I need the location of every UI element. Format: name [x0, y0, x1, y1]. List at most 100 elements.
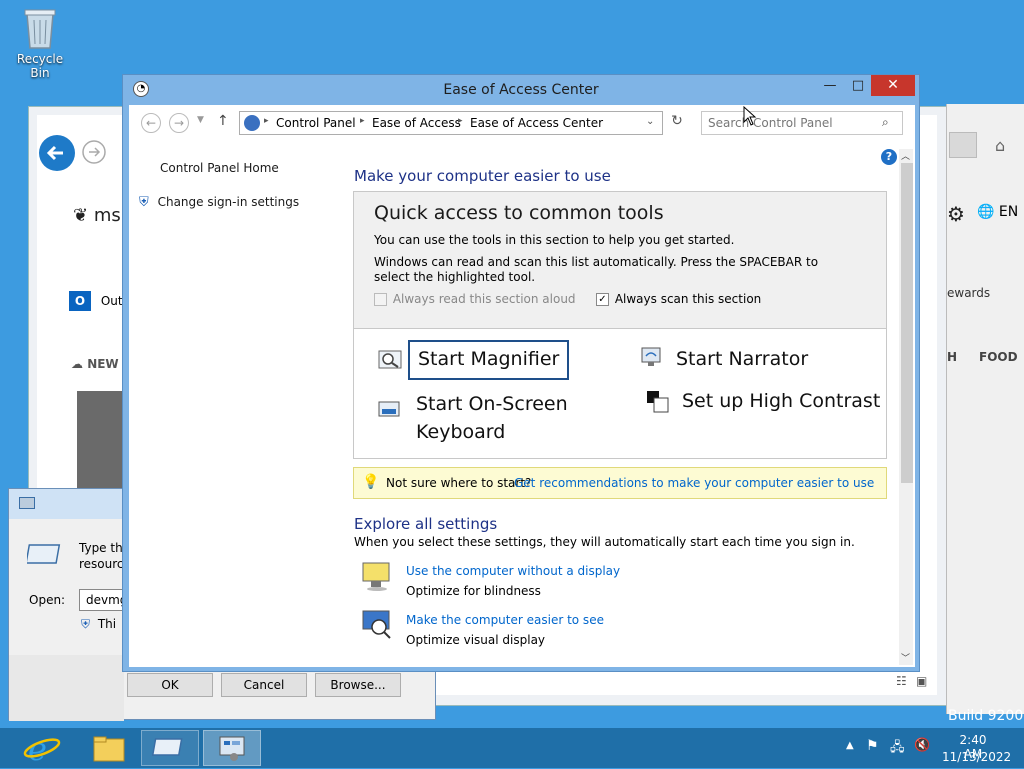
minimize-button[interactable]: — — [815, 75, 845, 97]
recycle-bin-label: Recycle Bin — [16, 52, 64, 80]
back-icon[interactable]: ← — [141, 113, 161, 133]
content-area: Control Panel Home ⛨ Change sign-in sett… — [129, 141, 915, 667]
scan-checkbox[interactable]: ✓ Always scan this section — [596, 292, 761, 306]
refresh-icon[interactable]: ↻ — [667, 113, 687, 133]
build-watermark: Build 9200 — [948, 708, 1024, 724]
address-toolbar: ← → ▼ ↑ ▸ Control Panel ▸ Ease of Access… — [129, 105, 915, 141]
browse-button[interactable]: Browse... — [315, 673, 401, 697]
window-title: Ease of Access Center — [443, 82, 599, 98]
maximize-button[interactable]: □ — [843, 75, 873, 97]
tip-text: Not sure where to start? — [386, 476, 532, 490]
scroll-down-icon[interactable]: ﹀ — [901, 651, 910, 664]
forward-icon[interactable]: → — [169, 113, 189, 133]
details-view-icon[interactable]: ☷ — [896, 674, 907, 688]
explore-desc: When you select these settings, they wil… — [354, 535, 855, 549]
run-program-icon — [25, 541, 67, 567]
chevron-right-icon: ▸ — [360, 116, 365, 126]
recommendations-link[interactable]: Get recommendations to make your compute… — [514, 476, 874, 490]
tab-stub[interactable] — [949, 132, 977, 158]
set-up-high-contrast-button[interactable]: Set up High Contrast — [682, 390, 880, 412]
admin-note: ⛨ Thi — [81, 617, 117, 631]
breadcrumb-ease-of-access[interactable]: Ease of Access — [372, 116, 461, 130]
close-button[interactable]: ✕ — [871, 75, 915, 96]
network-icon[interactable]: 🖧 — [890, 738, 905, 760]
recommendation-tip: 💡 Not sure where to start? Get recommend… — [353, 467, 887, 499]
shield-icon: ⛨ — [81, 617, 91, 631]
explore-title: Explore all settings — [354, 515, 498, 533]
search-input[interactable]: Search Control Panel — [708, 116, 833, 130]
address-bar[interactable]: ▸ Control Panel ▸ Ease of Access ▸ Ease … — [239, 111, 663, 135]
internet-explorer-icon[interactable]: e — [22, 730, 62, 768]
help-icon[interactable]: ? — [881, 149, 897, 165]
file-explorer-button[interactable] — [79, 730, 137, 766]
start-on-screen-keyboard-button[interactable]: Start On-Screen Keyboard — [416, 390, 616, 446]
start-narrator-button[interactable]: Start Narrator — [676, 348, 808, 370]
outlook-link[interactable]: O Out — [69, 291, 123, 311]
easier-to-see-desc: Optimize visual display — [406, 633, 546, 647]
titlebar: ◔ Ease of Access Center — □ ✕ — [123, 75, 919, 105]
show-hidden-icons[interactable]: ▲ — [846, 740, 854, 751]
run-icon — [19, 497, 35, 509]
cancel-button[interactable]: Cancel — [221, 673, 307, 697]
shield-icon: ⛨ — [139, 195, 149, 210]
nav-food[interactable]: FOOD — [979, 350, 1018, 364]
change-signin-link[interactable]: ⛨ Change sign-in settings — [139, 195, 299, 210]
easier-to-see-link[interactable]: Make the computer easier to see — [406, 613, 604, 627]
volume-muted-icon[interactable]: 🔇 — [914, 738, 930, 753]
home-icon[interactable]: ⌂ — [995, 136, 1005, 155]
scroll-up-icon[interactable]: ︿ — [901, 149, 910, 162]
back-button[interactable] — [37, 133, 77, 173]
rewards-link[interactable]: ewards — [947, 286, 990, 300]
breadcrumb-control-panel[interactable]: Control Panel — [276, 116, 356, 130]
taskbar: e ▲ ⚑ 🖧 🔇 2:40 AM 11/13/2022 — [0, 728, 1024, 768]
run-footer — [9, 655, 124, 721]
language-selector[interactable]: 🌐 EN — [977, 204, 1018, 220]
ok-button[interactable]: OK — [127, 673, 213, 697]
high-contrast-icon — [646, 390, 670, 417]
control-panel-home-link[interactable]: Control Panel Home — [160, 161, 279, 175]
quick-access-desc-1: You can use the tools in this section to… — [374, 233, 735, 247]
globe-icon: 🌐 — [977, 204, 995, 220]
nav-h[interactable]: H — [947, 350, 957, 364]
browser-right-edge: ⌂ ⚙ 🌐 EN ewards H FOOD — [946, 104, 1024, 714]
recycle-bin[interactable]: Recycle Bin — [6, 6, 74, 80]
on-screen-keyboard-icon — [378, 400, 402, 425]
up-icon[interactable]: ↑ — [217, 113, 229, 129]
narrator-icon — [640, 346, 664, 371]
quick-access-header: Quick access to common tools You can use… — [354, 192, 886, 329]
use-without-display-link[interactable]: Use the computer without a display — [406, 564, 620, 578]
news-tab[interactable]: ☁ NEW — [71, 357, 119, 371]
chevron-right-icon: ▸ — [458, 116, 463, 126]
quick-access-title: Quick access to common tools — [374, 202, 664, 224]
clock-date[interactable]: 11/13/2022 — [942, 750, 1011, 764]
scroll-thumb[interactable] — [901, 163, 913, 483]
start-magnifier-button[interactable]: Start Magnifier — [408, 340, 570, 380]
scan-checkmark-icon[interactable]: ✓ — [596, 293, 609, 306]
search-box[interactable]: Search Control Panel ⌕ — [701, 111, 903, 135]
breadcrumb-ease-of-access-center[interactable]: Ease of Access Center — [470, 116, 603, 130]
quick-access-desc-2: Windows can read and scan this list auto… — [374, 255, 819, 284]
cloud-icon: ☁ — [71, 357, 83, 371]
search-icon[interactable]: ⌕ — [882, 115, 889, 130]
settings-gear-icon[interactable]: ⚙ — [947, 202, 965, 226]
forward-icon[interactable] — [81, 139, 107, 165]
run-taskbar-button[interactable] — [141, 730, 199, 766]
large-icons-view-icon[interactable]: ▣ — [916, 674, 927, 688]
chevron-down-icon[interactable]: ⌄ — [646, 116, 654, 127]
open-label: Open: — [29, 593, 66, 607]
recent-pages-icon[interactable]: ▼ — [197, 115, 204, 125]
control-panel-taskbar-button[interactable] — [203, 730, 261, 766]
ease-of-access-window: ◔ Ease of Access Center — □ ✕ ← → ▼ ↑ ▸ … — [122, 74, 920, 672]
read-aloud-box[interactable] — [374, 293, 387, 306]
read-aloud-checkbox[interactable]: Always read this section aloud — [374, 292, 576, 306]
page-heading: Make your computer easier to use — [354, 167, 611, 185]
left-pane: Control Panel Home ⛨ Change sign-in sett… — [129, 141, 341, 667]
mouse-cursor-icon — [743, 105, 757, 129]
recycle-bin-icon — [22, 6, 58, 50]
outlook-icon: O — [69, 291, 91, 311]
magnifier-icon — [378, 350, 402, 373]
vertical-scrollbar[interactable]: ︿ ﹀ — [899, 149, 913, 665]
use-without-display-desc: Optimize for blindness — [406, 584, 541, 598]
action-center-flag-icon[interactable]: ⚑ — [866, 738, 879, 754]
quick-access-panel: Quick access to common tools You can use… — [353, 191, 887, 459]
